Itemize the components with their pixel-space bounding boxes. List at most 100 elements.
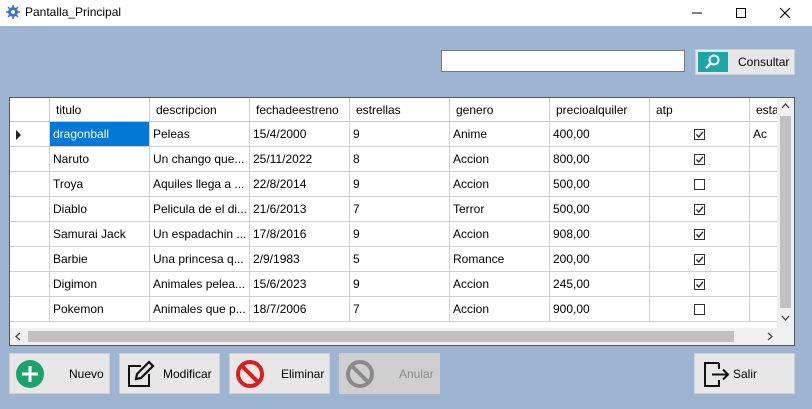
row-header[interactable] — [10, 122, 50, 147]
cell-esta[interactable]: Ac — [750, 122, 780, 147]
checked-checkbox[interactable] — [694, 154, 705, 165]
maximize-button[interactable] — [718, 0, 764, 26]
row-header[interactable] — [10, 172, 50, 197]
cell-estrellas[interactable]: 8 — [350, 147, 450, 172]
cell-genero[interactable]: Accion — [450, 297, 550, 322]
cell-estrellas[interactable]: 7 — [350, 197, 450, 222]
cell-fecha[interactable]: 25/11/2022 — [250, 147, 350, 172]
data-grid[interactable]: titulo descripcion fechadeestreno estrel… — [9, 97, 795, 346]
table-row[interactable]: Naruto Un chango que... 25/11/2022 8 Accion 8… — [10, 147, 780, 172]
scroll-up-icon[interactable] — [781, 102, 790, 110]
cell-esta[interactable] — [750, 147, 780, 172]
cell-precio[interactable]: 908,00 — [550, 222, 650, 247]
cell-titulo[interactable]: Digimon — [50, 272, 150, 297]
cell-esta[interactable] — [750, 297, 780, 322]
row-header[interactable] — [10, 272, 50, 297]
cell-esta[interactable] — [750, 247, 780, 272]
cell-precio[interactable]: 200,00 — [550, 247, 650, 272]
cell-titulo[interactable]: Barbie — [50, 247, 150, 272]
cell-fecha[interactable]: 17/8/2016 — [250, 222, 350, 247]
cell-genero[interactable]: Accion — [450, 272, 550, 297]
scroll-down-icon[interactable] — [781, 314, 790, 322]
cell-descripcion[interactable]: Un chango que... — [150, 147, 250, 172]
cell-fecha[interactable]: 22/8/2014 — [250, 172, 350, 197]
minimize-button[interactable] — [674, 0, 720, 26]
checked-checkbox[interactable] — [694, 229, 705, 240]
cell-estrellas[interactable]: 9 — [350, 122, 450, 147]
checked-checkbox[interactable] — [694, 129, 705, 140]
cell-genero[interactable]: Accion — [450, 172, 550, 197]
column-header-esta[interactable]: esta — [750, 98, 780, 122]
cell-estrellas[interactable]: 5 — [350, 247, 450, 272]
cell-genero[interactable]: Terror — [450, 197, 550, 222]
cell-titulo[interactable]: Samurai Jack — [50, 222, 150, 247]
cell-titulo[interactable]: dragonball — [50, 122, 150, 147]
column-header-precioalquiler[interactable]: precioalquiler — [550, 98, 650, 122]
cell-descripcion[interactable]: Peleas — [150, 122, 250, 147]
cell-genero[interactable]: Anime — [450, 122, 550, 147]
table-row[interactable]: Digimon Animales pelea... 15/6/2023 9 Accion… — [10, 272, 780, 297]
unchecked-checkbox[interactable] — [694, 179, 705, 190]
nuevo-button[interactable]: Nuevo — [9, 353, 110, 394]
scroll-left-icon[interactable] — [14, 332, 22, 341]
horizontal-scroll-thumb[interactable] — [28, 331, 734, 342]
cell-titulo[interactable]: Diablo — [50, 197, 150, 222]
close-button[interactable] — [762, 0, 808, 26]
cell-estrellas[interactable]: 9 — [350, 272, 450, 297]
unchecked-checkbox[interactable] — [694, 304, 705, 315]
vertical-scroll-thumb[interactable] — [780, 116, 791, 308]
vertical-scrollbar[interactable] — [777, 98, 794, 328]
search-input[interactable] — [441, 50, 685, 72]
cell-estrellas[interactable]: 7 — [350, 297, 450, 322]
cell-esta[interactable] — [750, 272, 780, 297]
cell-esta[interactable] — [750, 222, 780, 247]
cell-atp[interactable] — [650, 297, 750, 322]
column-header-genero[interactable]: genero — [450, 98, 550, 122]
cell-estrellas[interactable]: 9 — [350, 222, 450, 247]
cell-fecha[interactable]: 18/7/2006 — [250, 297, 350, 322]
horizontal-scrollbar[interactable] — [10, 328, 794, 345]
column-header-fechadeestreno[interactable]: fechadeestreno — [250, 98, 350, 122]
table-row[interactable]: Troya Aquiles llega a ... 22/8/2014 9 Accion… — [10, 172, 780, 197]
checked-checkbox[interactable] — [694, 279, 705, 290]
cell-fecha[interactable]: 2/9/1983 — [250, 247, 350, 272]
salir-button[interactable]: Salir — [694, 353, 795, 394]
cell-descripcion[interactable]: Un espadachin ... — [150, 222, 250, 247]
column-header-descripcion[interactable]: descripcion — [150, 98, 250, 122]
cell-genero[interactable]: Accion — [450, 147, 550, 172]
column-header-atp[interactable]: atp — [650, 98, 750, 122]
checked-checkbox[interactable] — [694, 254, 705, 265]
table-row[interactable]: Samurai Jack Un espadachin ... 17/8/2016 9 A… — [10, 222, 780, 247]
cell-atp[interactable] — [650, 247, 750, 272]
cell-fecha[interactable]: 21/6/2013 — [250, 197, 350, 222]
row-header[interactable] — [10, 247, 50, 272]
cell-descripcion[interactable]: Aquiles llega a ... — [150, 172, 250, 197]
cell-titulo[interactable]: Pokemon — [50, 297, 150, 322]
table-row[interactable]: Pokemon Animales que p... 18/7/2006 7 Accion… — [10, 297, 780, 322]
column-header-estrellas[interactable]: estrellas — [350, 98, 450, 122]
cell-precio[interactable]: 245,00 — [550, 272, 650, 297]
cell-titulo[interactable]: Troya — [50, 172, 150, 197]
cell-fecha[interactable]: 15/6/2023 — [250, 272, 350, 297]
cell-atp[interactable] — [650, 172, 750, 197]
cell-precio[interactable]: 400,00 — [550, 122, 650, 147]
consultar-button[interactable]: Consultar — [695, 49, 795, 75]
anular-button[interactable]: Anular — [339, 353, 440, 394]
row-header[interactable] — [10, 222, 50, 247]
table-row[interactable]: dragonball Peleas 15/4/2000 9 Anime 400,00 Ac — [10, 122, 780, 147]
modificar-button[interactable]: Modificar — [119, 353, 220, 394]
cell-precio[interactable]: 500,00 — [550, 172, 650, 197]
cell-atp[interactable] — [650, 197, 750, 222]
table-row[interactable]: Barbie Una princesa q... 2/9/1983 5 Romance 2… — [10, 247, 780, 272]
row-header[interactable] — [10, 197, 50, 222]
row-header[interactable] — [10, 147, 50, 172]
eliminar-button[interactable]: Eliminar — [229, 353, 330, 394]
cell-atp[interactable] — [650, 272, 750, 297]
table-row[interactable]: Diablo Pelicula de el di... 21/6/2013 7 Terr… — [10, 197, 780, 222]
scroll-right-icon[interactable] — [766, 332, 774, 341]
cell-esta[interactable] — [750, 197, 780, 222]
cell-descripcion[interactable]: Animales pelea... — [150, 272, 250, 297]
cell-precio[interactable]: 800,00 — [550, 147, 650, 172]
cell-precio[interactable]: 900,00 — [550, 297, 650, 322]
cell-descripcion[interactable]: Una princesa q... — [150, 247, 250, 272]
